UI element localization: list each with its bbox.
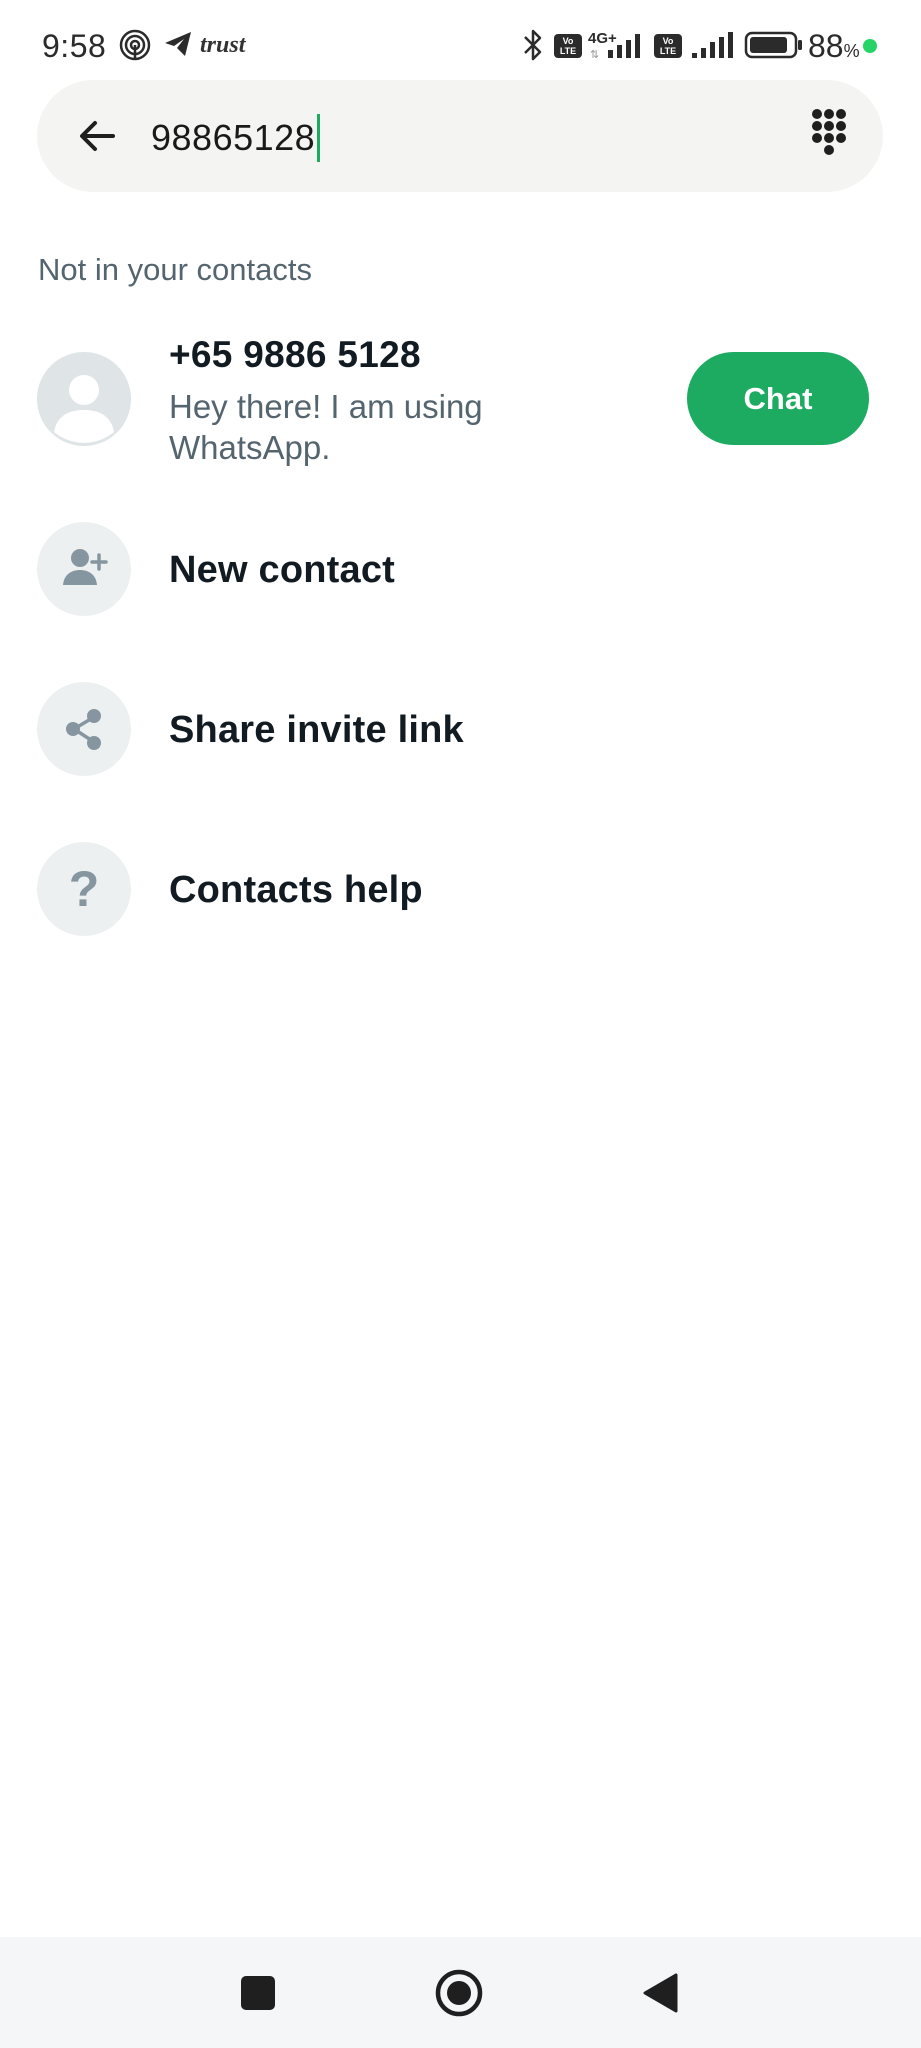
volte-icon: Vo LTE [554, 34, 582, 58]
signal-icon-2 [690, 28, 734, 67]
bluetooth-icon [522, 28, 544, 67]
help-glyph: ? [68, 861, 100, 917]
battery-icon [744, 28, 804, 67]
avatar[interactable] [37, 352, 131, 446]
share-icon [37, 682, 131, 776]
new-contact-label: New contact [169, 549, 396, 591]
circle-home-icon [435, 1969, 483, 2017]
share-invite-link-label: Share invite link [169, 709, 464, 751]
square-icon [241, 1976, 275, 2010]
default-avatar-icon [37, 352, 131, 446]
share-invite-link-row[interactable]: Share invite link [0, 669, 921, 789]
app-screen: 9:58 trust Vo LTE 4G+ ⇅ Vo LTE 88% 98865… [0, 0, 921, 2048]
battery-text: 88% [808, 28, 860, 65]
new-contact-row[interactable]: New contact [0, 509, 921, 629]
help-icon: ? [37, 842, 131, 936]
signal-icon [606, 28, 648, 67]
recents-button[interactable] [238, 1973, 278, 2018]
back-button[interactable] [73, 112, 121, 160]
contact-row[interactable]: +65 9886 5128 Hey there! I am using What… [0, 330, 921, 480]
contacts-help-label: Contacts help [169, 869, 423, 911]
contact-status: Hey there! I am using WhatsApp. [169, 388, 483, 466]
chat-button[interactable]: Chat [687, 352, 869, 445]
carrier-text: trust [200, 32, 246, 58]
section-title: Not in your contacts [38, 252, 312, 287]
system-nav-bar [0, 1937, 921, 2048]
search-bar: 98865128 [37, 80, 883, 192]
battery-percent-sign: % [843, 41, 860, 61]
add-person-icon [37, 522, 131, 616]
dialpad-button[interactable] [799, 106, 859, 166]
privacy-indicator-dot [863, 39, 877, 53]
data-arrows-icon: ⇅ [590, 49, 600, 61]
home-button[interactable] [433, 1967, 485, 2024]
triangle-back-icon [643, 1973, 678, 2013]
contacts-help-row[interactable]: ? Contacts help [0, 829, 921, 949]
status-bar: 9:58 trust Vo LTE 4G+ ⇅ Vo LTE 88% [0, 0, 921, 78]
search-input-value: 98865128 [151, 117, 316, 158]
nav-back-button[interactable] [640, 1971, 682, 2020]
status-time: 9:58 [42, 28, 107, 64]
contact-name: +65 9886 5128 [169, 334, 421, 375]
hotspot-icon [118, 28, 152, 67]
text-caret [317, 114, 321, 162]
battery-value: 88 [808, 28, 844, 64]
volte-icon-2: Vo LTE [654, 34, 682, 58]
telegram-icon [162, 28, 194, 65]
arrow-left-icon [80, 121, 115, 151]
search-input[interactable]: 98865128 [151, 114, 321, 162]
dialpad-icon [812, 109, 846, 155]
